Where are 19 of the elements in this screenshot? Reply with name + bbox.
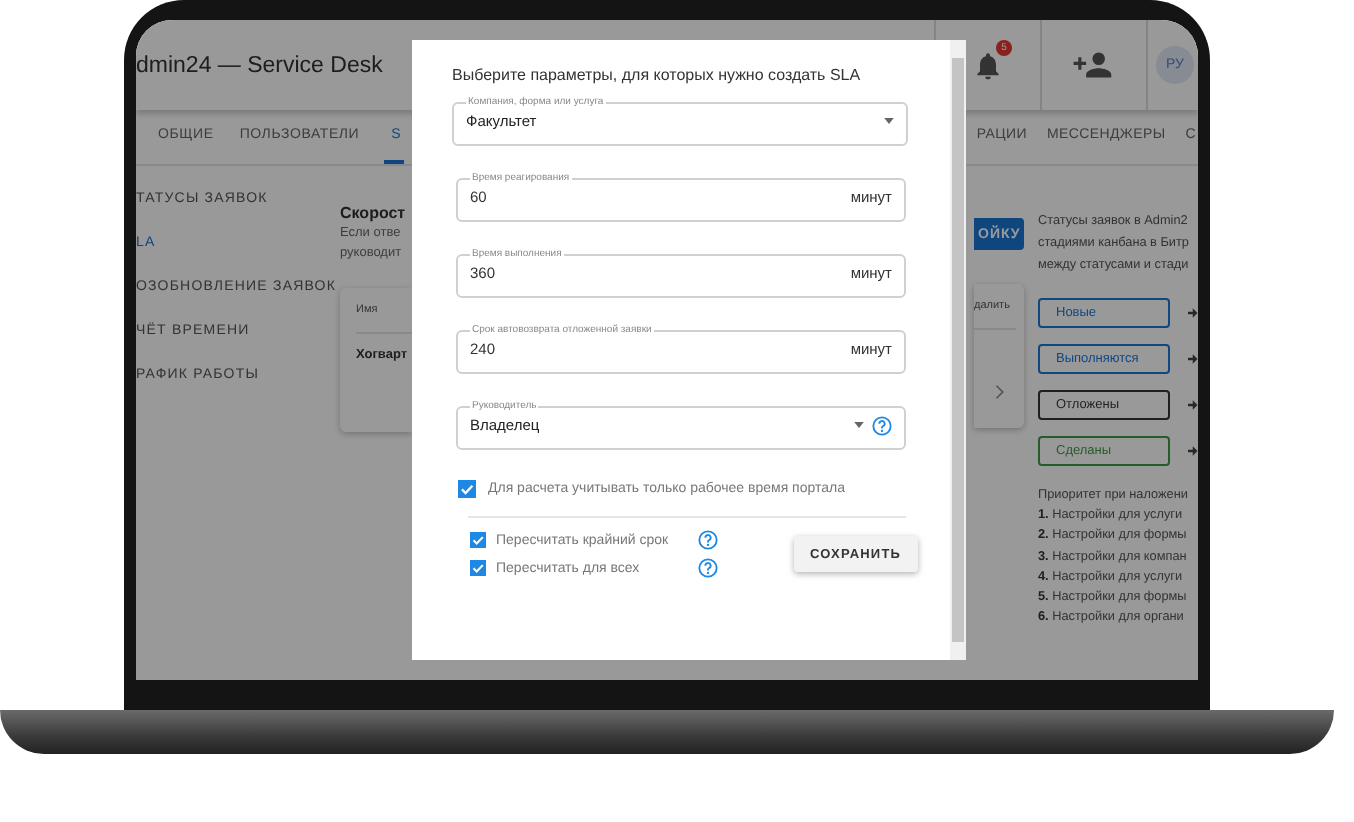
add-person-icon[interactable] [1072, 46, 1116, 84]
help-icon[interactable] [698, 530, 718, 550]
help-icon[interactable] [698, 558, 718, 578]
arrow-icon [1188, 354, 1198, 364]
bell-icon[interactable] [972, 49, 1004, 81]
app-title: dmin24 — Service Desk [136, 53, 383, 77]
section-heading: Скорост [340, 204, 408, 224]
caret-icon [854, 422, 864, 428]
checkbox[interactable] [470, 560, 486, 576]
arrow-icon [1188, 446, 1198, 456]
arrow-icon [1188, 308, 1198, 318]
caret-icon [884, 118, 894, 124]
scrollbar[interactable] [950, 40, 966, 660]
chevron-right-icon[interactable] [994, 384, 1004, 400]
checkbox[interactable] [458, 480, 476, 498]
checkbox[interactable] [470, 532, 486, 548]
arrow-icon [1188, 400, 1198, 410]
dialog-title: Выберите параметры, для которых нужно создать SLA [452, 64, 863, 88]
help-icon[interactable] [872, 415, 892, 435]
